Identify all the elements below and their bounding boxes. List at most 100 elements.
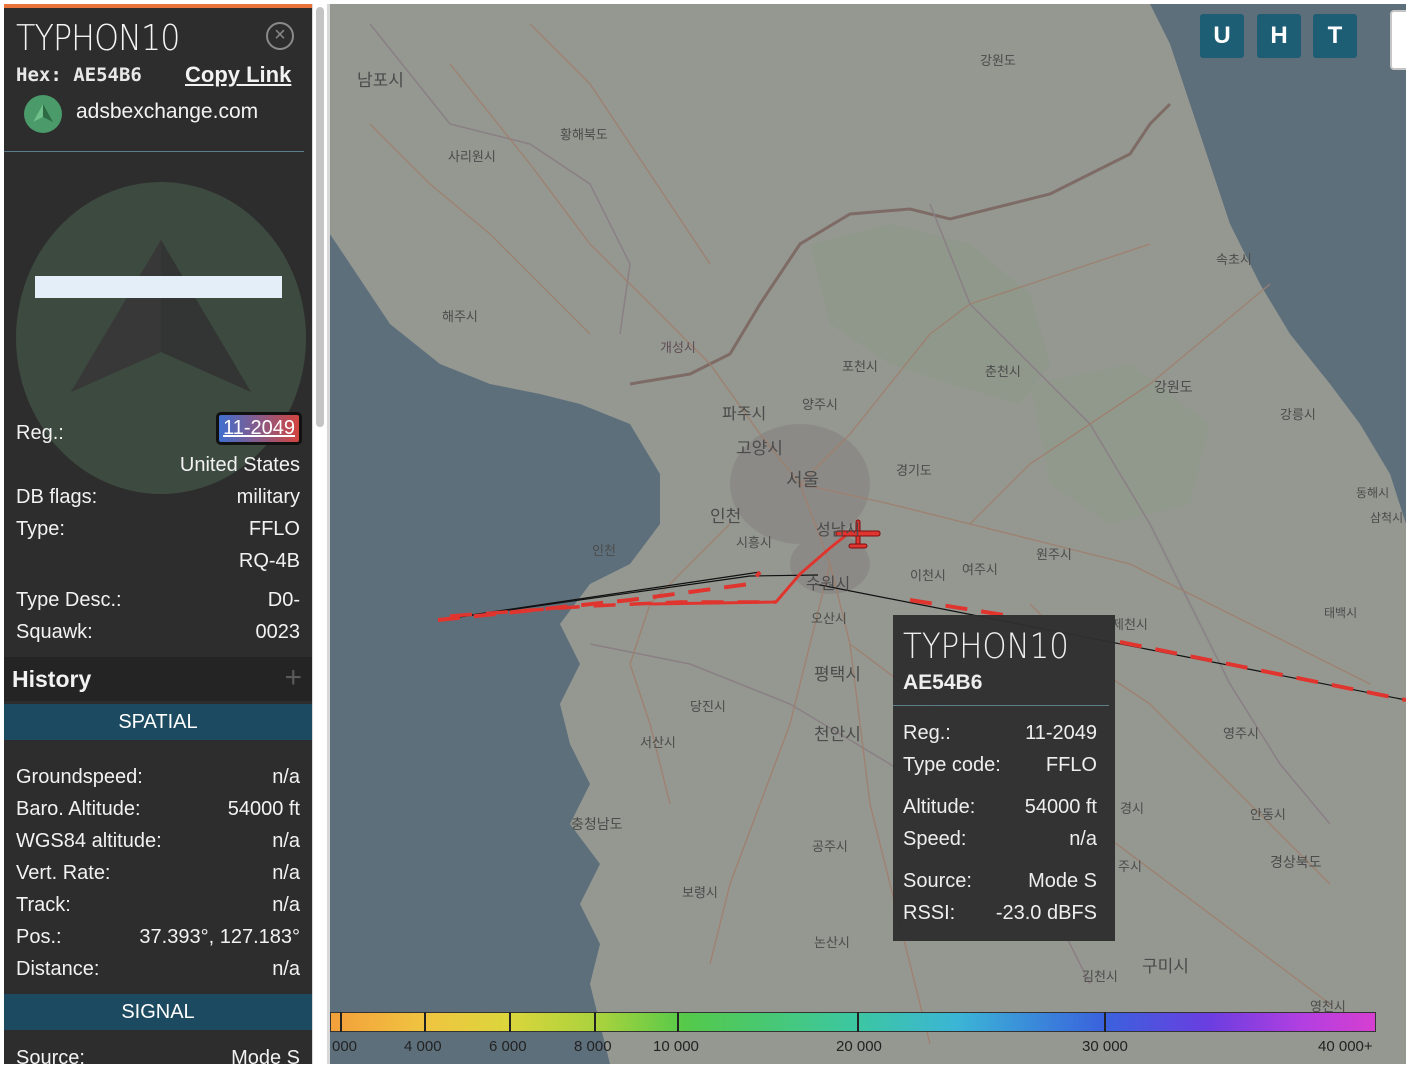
reg-label: Reg.:: [16, 422, 64, 444]
legend-label: 6 000: [489, 1038, 527, 1055]
tooltip-source-label: Source:: [903, 870, 972, 892]
map-label: 천안시: [814, 725, 861, 745]
tooltip-type-value: FFLO: [1045, 754, 1097, 776]
history-label: History: [12, 666, 92, 692]
map-label: 고양시: [736, 439, 783, 459]
legend-label: 30 000: [1082, 1038, 1128, 1055]
map-button-h[interactable]: H: [1257, 14, 1301, 58]
map-label: 성남시: [816, 520, 861, 539]
map-label: 인천: [592, 544, 616, 559]
close-icon[interactable]: ×: [266, 22, 294, 50]
map-label: 서산시: [640, 736, 676, 751]
map-label: 강원도: [980, 54, 1016, 69]
map-label: 파주시: [722, 404, 767, 423]
db-flags-value: military: [236, 486, 300, 508]
hex-value: AE54B6: [73, 64, 142, 86]
map-label: 춘천시: [985, 365, 1021, 380]
track-value: n/a: [272, 894, 300, 916]
tooltip-source-value: Mode S: [1028, 870, 1097, 892]
tooltip-hex: AE54B6: [903, 671, 983, 694]
type-label: Type:: [16, 518, 65, 540]
map-label: 김천시: [1082, 970, 1118, 985]
map-label: 경시: [1120, 802, 1144, 817]
legend-label: 40 000+: [1318, 1038, 1373, 1055]
map-label: 논산시: [814, 936, 850, 951]
map-label: 포천시: [842, 360, 878, 375]
adsbexchange-link[interactable]: adsbexchange.com: [76, 100, 258, 124]
map-view[interactable]: 남포시 강원도 황해북도 사리원시 해주시 개성시 포천시 춘천시 강원도 속초…: [330, 4, 1406, 1064]
map-label: 속초시: [1216, 253, 1252, 268]
type-desc-label: Type Desc.:: [16, 589, 122, 611]
map-label: 남포시: [357, 71, 404, 91]
baro-altitude-label: Baro. Altitude:: [16, 798, 141, 820]
history-header[interactable]: History +: [4, 657, 312, 701]
map-label: 충청남도: [571, 817, 623, 833]
map-label: 삼척시: [1370, 511, 1404, 525]
app-frame: TYPHON10 × Hex: AE54B6 Copy Link adsbexc…: [4, 4, 1406, 1064]
map-label: 시흥시: [736, 536, 772, 551]
map-label: 개성시: [660, 341, 696, 356]
squawk-value: 0023: [255, 621, 301, 643]
squawk-label: Squawk:: [16, 621, 93, 643]
map-label: 주시: [1118, 860, 1142, 875]
tooltip-rssi-value: -23.0 dBFS: [995, 902, 1097, 924]
country-value: United States: [179, 454, 300, 476]
spatial-section-header[interactable]: SPATIAL: [4, 704, 312, 740]
tooltip-divider: [893, 705, 1109, 706]
map-label: 해주시: [442, 310, 478, 325]
copy-link[interactable]: Copy Link: [185, 62, 291, 88]
map-label: 수원시: [806, 574, 851, 593]
tooltip-altitude-label: Altitude:: [903, 796, 976, 818]
legend-label: 10 000: [653, 1038, 699, 1055]
registration-link[interactable]: 11-2049: [216, 412, 302, 445]
settings-tab-button[interactable]: [1390, 10, 1406, 70]
sidebar-scrollbar[interactable]: [313, 4, 327, 1064]
map-label: 사리원시: [448, 150, 496, 165]
map-button-t[interactable]: T: [1313, 14, 1357, 58]
map-label: 인천: [710, 507, 742, 527]
type-desc-value: D0-: [267, 589, 300, 611]
db-flags-label: DB flags:: [16, 486, 98, 508]
altitude-legend: 000 4 000 6 000 8 000 10 000 20 000 30 0…: [330, 1012, 1376, 1064]
position-label: Pos.:: [16, 926, 62, 948]
hex-label: Hex:: [16, 64, 62, 86]
distance-label: Distance:: [16, 958, 100, 980]
tooltip-altitude-value: 54000 ft: [1024, 796, 1097, 818]
map-label: 강원도: [1154, 380, 1193, 396]
map-label: 여주시: [962, 563, 998, 578]
map-label: 양주시: [802, 398, 838, 413]
tooltip-type-label: Type code:: [903, 754, 1001, 776]
hex-line: Hex: AE54B6: [16, 64, 142, 86]
map-label: 경기도: [896, 464, 932, 479]
type-code-value: FFLO: [248, 518, 300, 540]
expand-plus-icon[interactable]: +: [284, 661, 302, 695]
map-label: 경상북도: [1270, 855, 1322, 871]
map-label: 보령시: [682, 886, 718, 901]
map-label: 이천시: [910, 569, 946, 584]
source-label: Source:: [16, 1047, 85, 1064]
scrollbar-thumb[interactable]: [316, 7, 324, 427]
map-label: 공주시: [812, 840, 848, 855]
map-button-u[interactable]: U: [1200, 14, 1244, 58]
photo-bar: [35, 276, 282, 298]
legend-label: 000: [332, 1038, 358, 1055]
map-label: 원주시: [1036, 548, 1072, 563]
legend-tick: [340, 1012, 342, 1032]
legend-label: 4 000: [404, 1038, 442, 1055]
map-label: 태백시: [1324, 606, 1358, 620]
map-label: 제천시: [1112, 618, 1148, 633]
tooltip-callsign: TYPHON10: [903, 627, 1069, 667]
map-label: 당진시: [690, 700, 726, 715]
source-value: Mode S: [231, 1047, 300, 1064]
signal-section-header[interactable]: SIGNAL: [4, 994, 312, 1030]
legend-tick: [424, 1012, 426, 1032]
map-label: 구미시: [1142, 957, 1189, 977]
map-label: 오산시: [811, 612, 847, 627]
adsbexchange-logo-icon[interactable]: [24, 95, 62, 133]
wgs84-altitude-value: n/a: [272, 830, 300, 852]
legend-label: 8 000: [574, 1038, 612, 1055]
legend-tick: [594, 1012, 596, 1032]
divider: [4, 151, 304, 152]
legend-tick: [677, 1012, 679, 1032]
panel-accent-line: [4, 4, 312, 8]
